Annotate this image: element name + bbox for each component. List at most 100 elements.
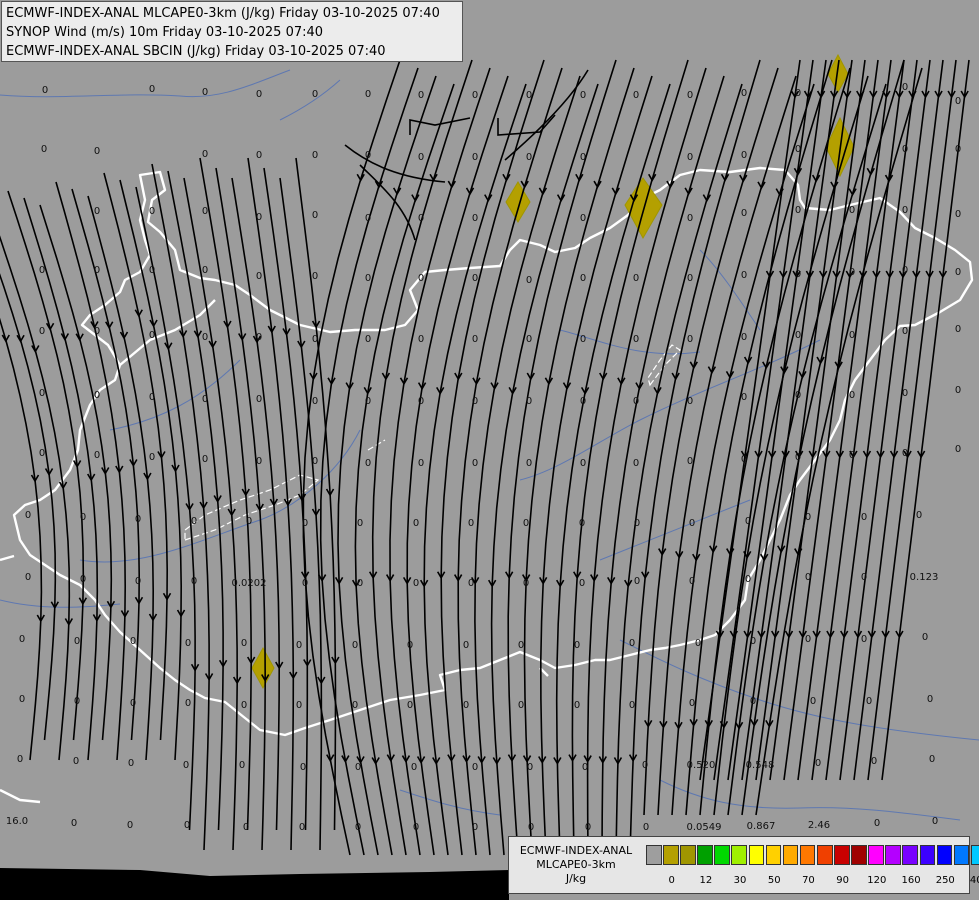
sbcin-value-label: 0 <box>902 205 908 216</box>
sbcin-value-label: 0 <box>39 326 45 337</box>
sbcin-value-label: 0 <box>472 334 478 345</box>
sbcin-value-label: 16.0 <box>6 816 28 827</box>
sbcin-value-label: 0 <box>472 762 478 773</box>
sbcin-value-label: 0 <box>25 510 31 521</box>
sbcin-value-label: 0 <box>246 516 252 527</box>
sbcin-value-label: 0 <box>312 210 318 221</box>
sbcin-value-label: 0 <box>745 574 751 585</box>
sbcin-value-label: 0 <box>687 334 693 345</box>
sbcin-value-label: 0 <box>741 454 747 465</box>
sbcin-value-label: 0 <box>355 822 361 833</box>
legend-label: ECMWF-INDEX-ANAL MLCAPE0-3km J/kg <box>512 844 640 886</box>
sbcin-value-label: 0 <box>580 334 586 345</box>
sbcin-value-label: 0.548 <box>746 760 775 771</box>
sbcin-value-label: 0 <box>472 213 478 224</box>
sbcin-value-label: 0 <box>300 762 306 773</box>
sbcin-value-label: 0 <box>741 150 747 161</box>
title-box: ECMWF-INDEX-ANAL MLCAPE0-3km (J/kg) Frid… <box>1 1 463 62</box>
sbcin-value-label: 0 <box>202 265 208 276</box>
sbcin-value-label: 0 <box>629 700 635 711</box>
legend-tick-label: 0 <box>668 875 675 886</box>
sbcin-value-label: 0 <box>472 152 478 163</box>
sbcin-value-label: 0 <box>633 334 639 345</box>
sbcin-value-label: 0 <box>74 636 80 647</box>
sbcin-value-label: 0 <box>149 392 155 403</box>
sbcin-value-label: 0 <box>94 146 100 157</box>
sbcin-value-label: 0 <box>634 518 640 529</box>
sbcin-value-label: 0 <box>815 758 821 769</box>
sbcin-value-label: 0 <box>94 206 100 217</box>
legend-tick-label: 70 <box>802 875 815 886</box>
sbcin-value-label: 0 <box>955 267 961 278</box>
legend-swatch <box>646 845 662 865</box>
sbcin-value-label: 0 <box>810 696 816 707</box>
weather-map: 0 0 0 0 0 0 0 0 0 0 0 0 0 0 0 0 0 0 0 0 0 0 0 0 0 0 0 0 0 0 0 0 0 0 0 0 0 0 0 0… <box>0 0 979 900</box>
sbcin-value-label: 0 <box>687 396 693 407</box>
sbcin-value-label: 0 <box>365 213 371 224</box>
sbcin-value-label: 0 <box>526 152 532 163</box>
sbcin-value-label: 0 <box>523 578 529 589</box>
sbcin-value-label: 0 <box>795 269 801 280</box>
legend-swatch <box>970 845 979 865</box>
sbcin-value-label: 0 <box>922 632 928 643</box>
sbcin-value-label: 0 <box>526 90 532 101</box>
sbcin-value-label: 0 <box>418 396 424 407</box>
sbcin-value-label: 0 <box>472 396 478 407</box>
sbcin-value-label: 0 <box>413 578 419 589</box>
sbcin-value-label: 0 <box>805 512 811 523</box>
sbcin-value-label: 0.0549 <box>687 822 722 833</box>
sbcin-value-label: 0 <box>312 334 318 345</box>
sbcin-value-label: 0 <box>472 90 478 101</box>
sbcin-value-label: 0 <box>39 388 45 399</box>
sbcin-value-label: 0 <box>185 698 191 709</box>
sbcin-value-label: 0 <box>80 574 86 585</box>
sbcin-value-label: 0 <box>39 265 45 276</box>
sbcin-value-label: 0 <box>849 450 855 461</box>
legend-variable: MLCAPE0-3km <box>536 858 616 871</box>
sbcin-value-label: 0 <box>687 213 693 224</box>
sbcin-value-label: 0 <box>312 456 318 467</box>
legend-swatch <box>936 845 953 865</box>
sbcin-value-label: 0 <box>352 640 358 651</box>
sbcin-value-label: 0 <box>634 576 640 587</box>
sbcin-value-label: 0 <box>355 762 361 773</box>
sbcin-value-label: 0 <box>241 700 247 711</box>
sbcin-value-label: 0 <box>202 394 208 405</box>
sbcin-value-label: 0 <box>184 820 190 831</box>
sbcin-value-label: 0 <box>241 638 247 649</box>
sbcin-value-label: 0 <box>741 88 747 99</box>
sbcin-value-label: 0 <box>202 206 208 217</box>
sbcin-value-label: 0 <box>407 640 413 651</box>
sbcin-value-label: 0 <box>633 458 639 469</box>
sbcin-value-label: 0 <box>633 396 639 407</box>
sbcin-value-label: 0 <box>472 273 478 284</box>
sbcin-value-label: 0 <box>633 273 639 284</box>
sbcin-value-label: 0 <box>80 512 86 523</box>
sbcin-value-label: 0 <box>861 634 867 645</box>
legend-tick-label: 400 <box>969 875 979 886</box>
sbcin-value-label: 0 <box>574 640 580 651</box>
sbcin-value-label: 0 <box>849 205 855 216</box>
legend-tick-label: 30 <box>733 875 747 886</box>
sbcin-value-label: 0 <box>191 516 197 527</box>
sbcin-value-label: 0 <box>955 385 961 396</box>
sbcin-value-label: 0 <box>629 638 635 649</box>
sbcin-value-label: 0 <box>413 822 419 833</box>
sbcin-value-label: 0 <box>687 90 693 101</box>
sbcin-value-label: 0 <box>94 265 100 276</box>
sbcin-value-label: 0 <box>202 149 208 160</box>
sbcin-value-label: 0 <box>523 518 529 529</box>
legend-tick-label: 250 <box>935 875 955 886</box>
sbcin-value-label: 0 <box>580 273 586 284</box>
sbcin-value-label: 0 <box>256 394 262 405</box>
sbcin-value-label: 0 <box>418 90 424 101</box>
legend-swatch <box>765 845 782 865</box>
sbcin-value-label: 0 <box>955 144 961 155</box>
legend-swatch <box>799 845 816 865</box>
title-line-cape: ECMWF-INDEX-ANAL MLCAPE0-3km (J/kg) Frid… <box>6 6 440 21</box>
sbcin-value-label: 0 <box>805 572 811 583</box>
sbcin-value-label: 0 <box>149 206 155 217</box>
sbcin-value-label: 0 <box>256 271 262 282</box>
sbcin-value-label: 0 <box>689 698 695 709</box>
sbcin-value-label: 0 <box>927 694 933 705</box>
